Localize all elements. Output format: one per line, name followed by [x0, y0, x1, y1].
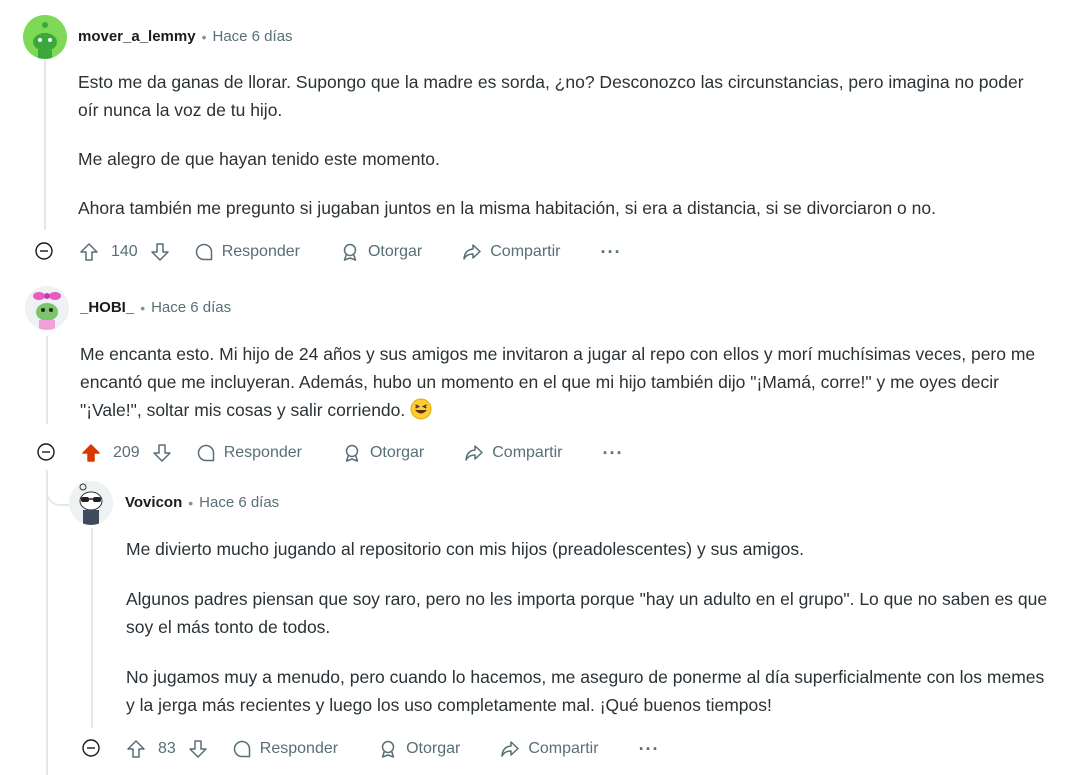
grinning-squinting-face-emoji — [410, 398, 432, 420]
award-button[interactable]: Otorgar — [342, 443, 424, 463]
comment-body: Esto me da ganas de llorar. Supongo que … — [78, 68, 1038, 222]
vote-group: 140 — [79, 242, 170, 262]
comment-actions: 83 Responder Otorgar Compartir ··· — [126, 734, 660, 764]
green-snoo-avatar-icon — [23, 15, 67, 59]
comment-paragraph: Ahora también me pregunto si jugaban jun… — [78, 198, 936, 218]
comment-actions: 209 Responder Otorgar Compartir ··· — [81, 438, 623, 468]
comment-paragraph: Me encanta esto. Mi hijo de 24 años y su… — [80, 340, 1040, 424]
upvote-icon[interactable] — [79, 242, 99, 262]
vote-group: 209 — [81, 443, 172, 463]
avatar[interactable] — [69, 481, 113, 525]
comment-actions: 140 Responder Otorgar Compartir ··· — [79, 237, 621, 267]
avatar[interactable] — [23, 15, 67, 59]
reply-button[interactable]: Responder — [232, 739, 338, 759]
vote-group: 83 — [126, 739, 208, 759]
comment-text: Me encanta esto. Mi hijo de 24 años y su… — [80, 344, 1036, 420]
pink-bow-snoo-avatar-icon — [25, 286, 69, 330]
speech-bubble-icon — [233, 740, 251, 758]
reply-label: Responder — [221, 243, 300, 260]
share-arrow-icon — [463, 244, 481, 260]
vote-count: 209 — [113, 444, 140, 461]
thread-line — [46, 470, 48, 775]
reply-button[interactable]: Responder — [196, 443, 302, 463]
award-button[interactable]: Otorgar — [340, 242, 422, 262]
timestamp[interactable]: Hace 6 días — [151, 299, 231, 316]
separator-dot: • — [140, 299, 146, 316]
vote-count: 140 — [111, 243, 138, 260]
downvote-icon[interactable] — [152, 443, 172, 463]
speech-bubble-icon — [197, 444, 214, 462]
timestamp[interactable]: Hace 6 días — [199, 494, 279, 511]
username[interactable]: Vovicon — [125, 494, 182, 511]
comment-paragraph: Me divierto mucho jugando al repositorio… — [126, 539, 804, 559]
collapse-thread-icon[interactable] — [37, 443, 55, 461]
share-label: Compartir — [492, 444, 563, 461]
more-options-button[interactable]: ··· — [600, 242, 621, 263]
reply-connector — [46, 470, 70, 506]
thread-line — [46, 336, 48, 424]
comment-body: Me encanta esto. Mi hijo de 24 años y su… — [80, 340, 1040, 424]
share-arrow-icon — [465, 445, 483, 461]
share-button[interactable]: Compartir — [464, 443, 562, 463]
separator-dot: • — [188, 494, 194, 511]
share-button[interactable]: Compartir — [500, 739, 599, 759]
speech-bubble-icon — [195, 243, 212, 261]
thread-line — [91, 528, 93, 728]
comment-paragraph: Esto me da ganas de llorar. Supongo que … — [78, 72, 1024, 120]
upvote-icon[interactable] — [126, 739, 146, 759]
award-icon — [345, 444, 359, 462]
award-icon — [343, 243, 357, 261]
upvote-filled-icon[interactable] — [81, 443, 101, 463]
comment-header: mover_a_lemmy • Hace 6 días — [78, 28, 293, 45]
timestamp[interactable]: Hace 6 días — [212, 28, 292, 45]
collapse-thread-icon[interactable] — [82, 739, 100, 757]
username[interactable]: mover_a_lemmy — [78, 28, 196, 45]
more-options-button[interactable]: ··· — [602, 443, 623, 464]
award-icon — [381, 740, 395, 758]
comment-paragraph: Algunos padres piensan que soy raro, per… — [126, 589, 1048, 637]
thread-line — [44, 60, 46, 230]
comment-paragraph: Me alegro de que hayan tenido este momen… — [78, 149, 440, 169]
username[interactable]: _HOBI_ — [80, 299, 134, 316]
share-button[interactable]: Compartir — [462, 242, 560, 262]
reply-button[interactable]: Responder — [194, 242, 300, 262]
sunglasses-snoo-avatar-icon — [69, 481, 113, 525]
comment-body: Me divierto mucho jugando al repositorio… — [126, 535, 1051, 719]
award-label: Otorgar — [367, 243, 423, 260]
share-arrow-icon — [501, 741, 520, 757]
downvote-icon[interactable] — [188, 739, 208, 759]
share-label: Compartir — [528, 740, 599, 757]
collapse-thread-icon[interactable] — [35, 242, 53, 260]
comment-paragraph: No jugamos muy a menudo, pero cuando lo … — [126, 667, 1045, 715]
reply-label: Responder — [259, 740, 339, 757]
vote-count: 83 — [158, 740, 176, 757]
comment-header: _HOBI_ • Hace 6 días — [80, 299, 231, 316]
more-options-button[interactable]: ··· — [639, 739, 660, 760]
avatar[interactable] — [25, 286, 69, 330]
comment-header: Vovicon • Hace 6 días — [125, 494, 279, 511]
share-label: Compartir — [490, 243, 561, 260]
award-label: Otorgar — [369, 444, 425, 461]
downvote-icon[interactable] — [150, 242, 170, 262]
reply-label: Responder — [223, 444, 302, 461]
award-label: Otorgar — [406, 740, 461, 757]
award-button[interactable]: Otorgar — [378, 739, 460, 759]
separator-dot: • — [201, 28, 207, 45]
